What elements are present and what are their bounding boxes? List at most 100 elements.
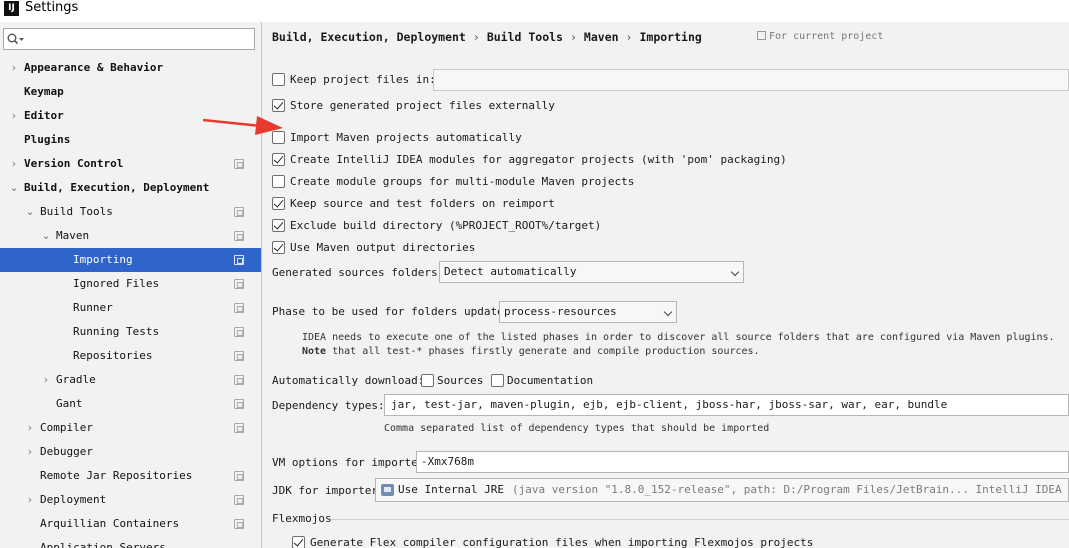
download-documentation-option[interactable]: Documentation (491, 373, 594, 389)
vm-options-input[interactable]: -Xmx768m (416, 451, 1069, 473)
keep-project-files-label: Keep project files in: (290, 73, 436, 86)
sidebar-item-ignored-files[interactable]: Ignored Files (0, 272, 261, 296)
create-modules-checkbox[interactable] (272, 153, 285, 166)
chevron-down-icon (663, 307, 673, 317)
project-scope-icon (234, 327, 244, 337)
sidebar-item-build-tools[interactable]: ⌄ Build Tools (0, 200, 261, 224)
breadcrumb-separator: › (625, 30, 633, 44)
phase-value: process-resources (504, 305, 617, 318)
search-input[interactable] (28, 31, 248, 47)
download-documentation-label: Documentation (507, 374, 594, 387)
download-sources-checkbox[interactable] (421, 374, 434, 387)
sidebar-item-keymap[interactable]: Keymap (0, 80, 261, 104)
generated-sources-value: Detect automatically (444, 265, 577, 278)
breadcrumb-part: Build Tools (486, 30, 563, 44)
sidebar-item-arquillian-containers[interactable]: Arquillian Containers (0, 512, 261, 536)
sidebar-item-label: Version Control (24, 157, 124, 170)
sidebar-item-importing[interactable]: Importing (0, 248, 261, 272)
project-files-path-field[interactable] (433, 69, 1069, 91)
project-scope-icon (234, 399, 244, 409)
keep-source-checkbox[interactable] (272, 197, 285, 210)
sidebar-item-version-control[interactable]: › Version Control (0, 152, 261, 176)
chevron-down-icon[interactable]: ⌄ (8, 176, 20, 200)
breadcrumb-part: Build, Execution, Deployment (272, 30, 466, 44)
phase-dropdown[interactable]: process-resources (499, 301, 677, 323)
sidebar-item-application-servers[interactable]: Application Servers (0, 536, 261, 548)
phase-help-line2: Note that all test-* phases firstly gene… (302, 346, 760, 357)
chevron-right-icon[interactable]: › (40, 368, 52, 392)
breadcrumb-separator: › (472, 30, 480, 44)
store-externally-checkbox[interactable] (272, 99, 285, 112)
project-scope-icon (234, 423, 244, 433)
sidebar-item-label: Repositories (73, 349, 153, 362)
breadcrumb: Build, Execution, Deployment › Build Tools… (272, 30, 702, 46)
keep-project-files-checkbox[interactable] (272, 73, 285, 86)
jdk-detail: (java version "1.8.0_152-release", path:… (511, 483, 1068, 496)
project-scope-icon (234, 351, 244, 361)
exclude-build-label: Exclude build directory (%PROJECT_ROOT%/… (290, 219, 602, 232)
chevron-right-icon[interactable]: › (24, 416, 36, 440)
sidebar-item-label: Compiler (40, 421, 93, 434)
chevron-right-icon[interactable]: › (8, 152, 20, 176)
sidebar-item-label: Gradle (56, 373, 96, 386)
jdk-dropdown[interactable]: Use Internal JRE (java version "1.8.0_152… (375, 478, 1069, 502)
sidebar-item-label: Keymap (24, 85, 64, 98)
sidebar-item-gradle[interactable]: › Gradle (0, 368, 261, 392)
section-divider (331, 519, 1069, 520)
sidebar-item-label: Ignored Files (73, 277, 160, 290)
vm-options-label: VM options for importer: (272, 456, 431, 469)
project-scope-icon (234, 471, 244, 481)
exclude-build-checkbox[interactable] (272, 219, 285, 232)
use-output-checkbox[interactable] (272, 241, 285, 254)
dependency-types-label: Dependency types: (272, 399, 385, 412)
create-groups-checkbox[interactable] (272, 175, 285, 188)
breadcrumb-part: Maven (583, 30, 619, 44)
chevron-down-icon[interactable]: ⌄ (24, 200, 36, 224)
chevron-right-icon[interactable]: › (24, 440, 36, 464)
sidebar-item-label: Build, Execution, Deployment (24, 181, 210, 194)
generate-flex-checkbox[interactable] (292, 536, 305, 548)
chevron-down-icon (730, 267, 740, 277)
sidebar-item-deployment[interactable]: › Deployment (0, 488, 261, 512)
sidebar-item-label: Gant (56, 397, 83, 410)
generated-sources-dropdown[interactable]: Detect automatically (439, 261, 744, 283)
sidebar-item-label: Editor (24, 109, 64, 122)
dependency-types-input[interactable]: jar, test-jar, maven-plugin, ejb, ejb-cl… (384, 394, 1069, 416)
sidebar-item-label: Runner (73, 301, 113, 314)
sidebar-item-maven[interactable]: ⌄ Maven (0, 224, 261, 248)
project-scope-icon (234, 375, 244, 385)
sidebar-item-repositories[interactable]: Repositories (0, 344, 261, 368)
chevron-down-icon[interactable]: ⌄ (40, 224, 52, 248)
sidebar-item-gant[interactable]: Gant (0, 392, 261, 416)
create-groups-label: Create module groups for multi-module Ma… (290, 175, 635, 188)
project-scope-icon (234, 159, 244, 169)
sidebar-item-build-execution-deployment[interactable]: ⌄ Build, Execution, Deployment (0, 176, 261, 200)
search-box[interactable] (3, 28, 255, 50)
sidebar-item-compiler[interactable]: › Compiler (0, 416, 261, 440)
download-documentation-checkbox[interactable] (491, 374, 504, 387)
sidebar-item-debugger[interactable]: › Debugger (0, 440, 261, 464)
sidebar-item-remote-jar-repositories[interactable]: Remote Jar Repositories (0, 464, 261, 488)
sidebar-item-appearance-behavior[interactable]: › Appearance & Behavior (0, 56, 261, 80)
intellij-app-icon: IJ (4, 1, 19, 16)
sidebar-item-label: Maven (56, 229, 90, 242)
project-scope-icon (757, 31, 766, 40)
chevron-right-icon[interactable]: › (24, 488, 36, 512)
sidebar-item-label: Application Servers (40, 541, 166, 548)
project-scope-icon (234, 303, 244, 313)
sidebar-item-running-tests[interactable]: Running Tests (0, 320, 261, 344)
download-sources-option[interactable]: Sources (421, 373, 486, 389)
download-sources-label: Sources (437, 374, 484, 387)
sidebar-item-label: Deployment (40, 493, 107, 506)
chevron-right-icon[interactable]: › (8, 104, 20, 128)
jdk-value: Use Internal JRE (398, 483, 504, 496)
project-scope-icon (234, 495, 244, 505)
import-automatically-label: Import Maven projects automatically (290, 131, 522, 144)
settings-sidebar: › Appearance & Behavior Keymap › Editor Plugi… (0, 22, 262, 548)
breadcrumb-separator: › (569, 30, 577, 44)
sidebar-item-runner[interactable]: Runner (0, 296, 261, 320)
dependency-types-hint: Comma separated list of dependency types… (384, 423, 770, 434)
chevron-right-icon[interactable]: › (8, 56, 20, 80)
sidebar-item-label: Importing (73, 253, 133, 266)
jdk-label: JDK for importer: (272, 484, 385, 497)
